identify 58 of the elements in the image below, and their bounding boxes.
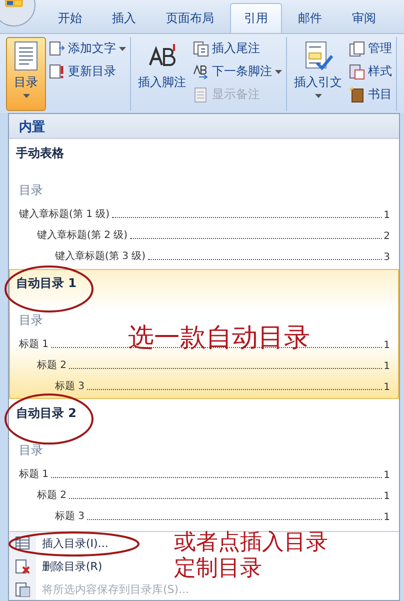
- ribbon-button[interactable]: 管理: [349, 39, 392, 58]
- toc-entry: 标题 3: [55, 380, 85, 393]
- ribbon-button[interactable]: 书目: [349, 85, 392, 104]
- ribbon-button[interactable]: 插入尾注: [193, 39, 282, 58]
- page-number: 1: [384, 470, 390, 481]
- manage-icon: [349, 40, 365, 56]
- toc-entry: 键入章标题(第 1 级): [19, 208, 110, 221]
- ribbon-button[interactable]: 样式: [349, 62, 392, 81]
- gallery-item-title: 自动目录 2: [16, 405, 77, 421]
- menu-item[interactable]: 删除目录(R): [36, 559, 102, 574]
- toc-entry: 标题 2: [37, 358, 67, 372]
- update-icon: [49, 64, 65, 80]
- endnote-icon: [193, 40, 209, 56]
- gallery-item[interactable]: 自动目录 2 目录 标题 1 1 标题 2 1 标题 3 1: [9, 399, 399, 529]
- toc-entry: 键入章标题(第 2 级): [37, 228, 128, 242]
- ribbon-tab[interactable]: 开始: [44, 3, 96, 33]
- toc-title: 目录: [19, 443, 43, 458]
- toc-entry: 键入章标题(第 3 级): [55, 250, 146, 263]
- page-number: 2: [384, 231, 390, 242]
- table-icon: [15, 536, 30, 551]
- page-number: 1: [384, 382, 390, 393]
- add-text-icon: [49, 40, 65, 56]
- gallery-header: 内置: [9, 114, 399, 139]
- gallery-item-title: 手动表格: [16, 145, 64, 161]
- page-number: 1: [384, 340, 390, 351]
- page-number: 1: [384, 512, 390, 523]
- annotation-text: 或者点插入目录: [174, 531, 328, 556]
- toc-title: 目录: [19, 313, 43, 328]
- style-icon: [349, 64, 365, 80]
- annotation-text: 定制目录: [174, 557, 262, 582]
- page-number: 1: [384, 361, 390, 372]
- ribbon-tab[interactable]: 审阅: [338, 3, 390, 33]
- toc-entry: 标题 1: [19, 468, 49, 481]
- ribbon-button[interactable]: 添加文字: [49, 39, 126, 58]
- toc-entry: 标题 1: [19, 338, 49, 351]
- ribbon-tab[interactable]: 邮件: [284, 3, 336, 33]
- notes-icon: [193, 86, 209, 102]
- toc-title: 目录: [19, 183, 43, 198]
- next-footnote-icon: [193, 64, 209, 80]
- ribbon-button[interactable]: 插入引文: [290, 37, 346, 111]
- page-number: 1: [384, 491, 390, 502]
- ribbon-tab[interactable]: 插入: [98, 3, 150, 33]
- ribbon-button[interactable]: 目录: [6, 37, 46, 111]
- toc-entry: 标题 3: [55, 510, 85, 523]
- gallery-item-title: 自动目录 1: [16, 275, 77, 291]
- delete-icon: [15, 559, 30, 574]
- ribbon-button[interactable]: 插入脚注: [134, 37, 190, 111]
- ribbon-tab[interactable]: 引用: [230, 3, 282, 33]
- toc-entry: 标题 2: [37, 488, 67, 502]
- page-number: 1: [384, 210, 390, 221]
- save-icon: [15, 582, 30, 597]
- ribbon-tab[interactable]: 页面布局: [152, 3, 228, 33]
- page-number: 3: [384, 252, 390, 263]
- ribbon-button[interactable]: 下一条脚注: [193, 62, 282, 81]
- gallery-item[interactable]: 手动表格 目录 键入章标题(第 1 级) 1 键入章标题(第 2 级) 2 键入章标题(第 3 级) 3: [9, 139, 399, 269]
- ribbon-button[interactable]: 更新目录: [49, 62, 126, 81]
- bibliography-icon: [349, 86, 365, 102]
- annotation-text: 选一款自动目录: [128, 324, 310, 353]
